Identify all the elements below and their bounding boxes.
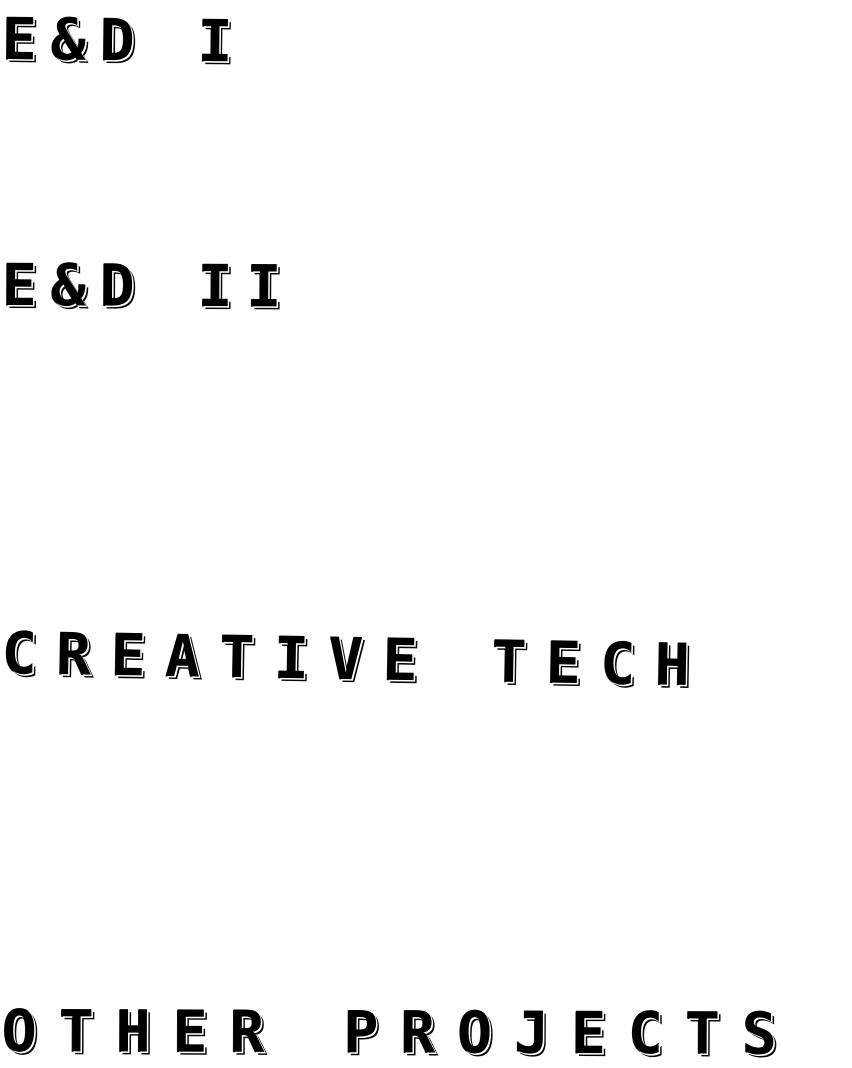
menu-link-other-projects[interactable]: OTHER PROJECTS	[2, 997, 799, 1068]
menu-link-ed-1[interactable]: E&D I	[2, 5, 247, 76]
menu-link-ed-2[interactable]: E&D II	[2, 251, 296, 321]
menu-link-creative-tech[interactable]: CREATIVE TECH	[1, 619, 710, 699]
